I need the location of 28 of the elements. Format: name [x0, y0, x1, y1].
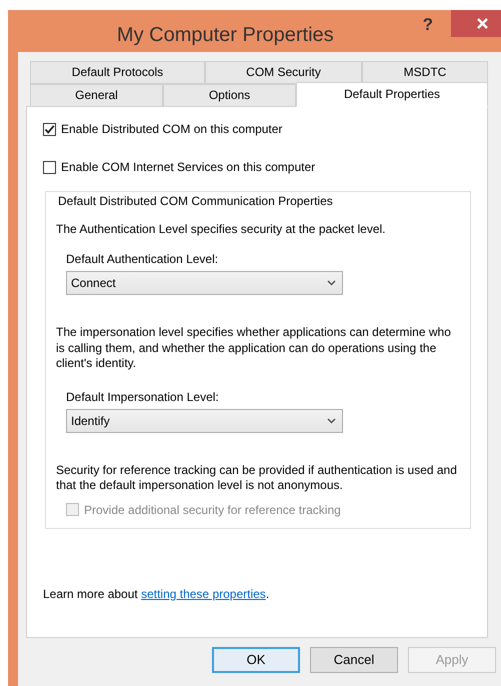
field-label: Default Impersonation Level: [66, 388, 220, 406]
window-title: My Computer Properties [116, 23, 335, 48]
tab[interactable]: COM Security [205, 61, 362, 84]
chevron-down-icon [327, 418, 336, 424]
tab[interactable]: Options [163, 84, 296, 107]
checkbox-label: Provide additional security for reference tracking [84, 502, 341, 519]
chevron-down-icon [327, 280, 336, 286]
dialog-button[interactable]: Cancel [310, 647, 398, 673]
tab[interactable]: Default Protocols [30, 61, 205, 84]
help-button[interactable]: ? [422, 10, 433, 38]
tab[interactable]: Default Properties [296, 82, 488, 107]
tab[interactable]: MSDTC [362, 61, 488, 84]
description-text: Security for reference tracking can be provided if authentication is used and that the default impersonation level is not anonymous. [56, 462, 458, 494]
checkbox[interactable] [43, 160, 56, 174]
checkbox[interactable] [43, 122, 56, 136]
tab[interactable]: General [30, 84, 163, 107]
checkbox-label: Enable COM Internet Services on this computer [61, 159, 316, 176]
checkbox-label: Enable Distributed COM on this computer [61, 121, 282, 138]
link[interactable]: setting these properties [141, 587, 266, 601]
learn-more-text: Learn more about setting these properties. [43, 586, 270, 603]
close-icon [476, 18, 488, 29]
dropdown[interactable]: Connect [66, 271, 343, 295]
description-text: The impersonation level specifies whether applications can determine who is calling them, and whether the application can do operations using the client's identity. [56, 325, 452, 372]
dialog-button[interactable]: OK [212, 647, 300, 673]
close-button[interactable] [451, 10, 501, 37]
dropdown[interactable]: Identify [66, 408, 343, 433]
description-text: The Authentication Level specifies security at the packet level. [56, 221, 387, 238]
field-label: Default Authentication Level: [66, 251, 220, 268]
